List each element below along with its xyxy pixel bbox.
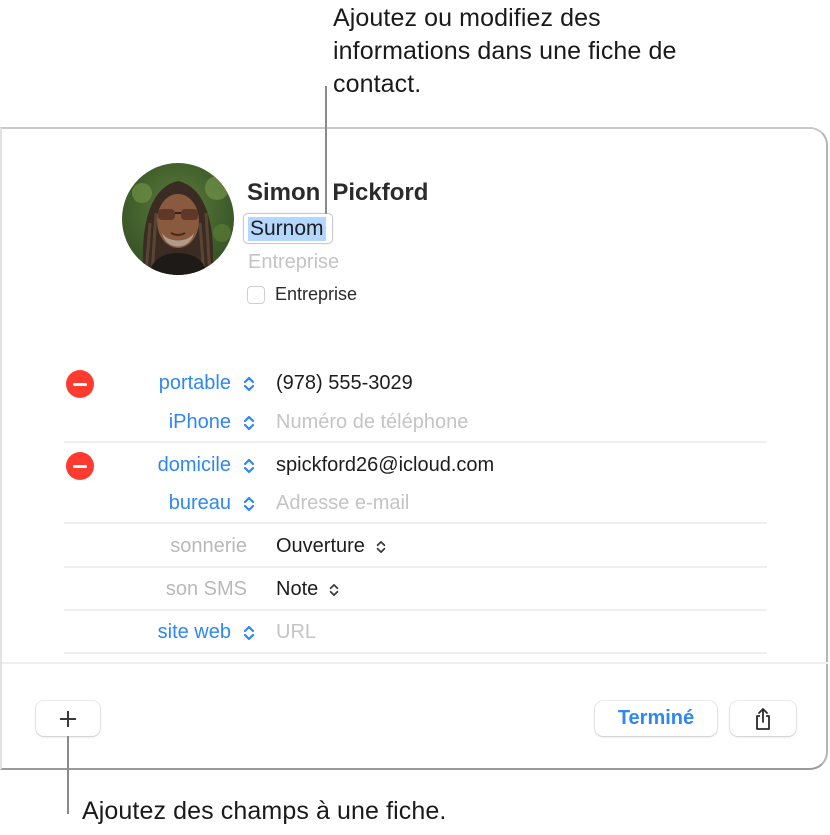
- company-checkbox[interactable]: [247, 285, 265, 304]
- add-field-button[interactable]: [36, 701, 100, 736]
- field-row-ringtone: sonnerie Ouverture: [0, 527, 830, 567]
- callout-line-top: [325, 86, 327, 214]
- phone-input[interactable]: Numéro de téléphone: [276, 411, 468, 434]
- field-label-selector[interactable]: bureau: [169, 492, 231, 515]
- field-label-selector[interactable]: site web: [158, 621, 231, 644]
- nickname-placeholder-selected: Surnom: [248, 217, 326, 241]
- field-row-email-home: domicile spickford26@icloud.com: [0, 446, 830, 486]
- callout-line-bottom: [67, 736, 69, 814]
- separator: [64, 652, 767, 654]
- field-label-selector[interactable]: iPhone: [169, 411, 231, 434]
- nickname-field[interactable]: Surnom: [243, 213, 333, 244]
- contact-avatar[interactable]: [122, 163, 234, 275]
- remove-field-button[interactable]: [66, 370, 94, 398]
- field-row-phone-mobile: portable (978) 555-3029: [0, 364, 830, 404]
- share-button[interactable]: [730, 701, 796, 736]
- field-row-email-work: bureau Adresse e-mail: [0, 484, 830, 524]
- chevron-updown-icon[interactable]: [242, 373, 256, 395]
- field-label-selector[interactable]: portable: [159, 372, 231, 395]
- company-checkbox-row[interactable]: Entreprise: [247, 284, 357, 305]
- ringtone-label: sonnerie: [170, 535, 247, 557]
- url-input[interactable]: URL: [276, 621, 316, 644]
- callout-add-fields: Ajoutez des champs à une fiche.: [82, 797, 447, 825]
- chevron-updown-icon: [329, 583, 339, 596]
- contact-photo-icon: [122, 163, 234, 275]
- contact-name[interactable]: Simon Pickford: [247, 179, 428, 207]
- ringtone-value: Ouverture: [276, 535, 365, 557]
- separator: [64, 441, 767, 443]
- field-row-phone-iphone: iPhone Numéro de téléphone: [0, 403, 830, 443]
- done-button[interactable]: Terminé: [595, 701, 717, 736]
- separator: [64, 522, 767, 524]
- field-row-url: site web URL: [0, 613, 830, 653]
- share-icon: [756, 707, 770, 730]
- chevron-updown-icon[interactable]: [242, 493, 256, 515]
- plus-icon: [60, 710, 76, 727]
- chevron-updown-icon[interactable]: [242, 622, 256, 644]
- text-tone-value: Note: [276, 578, 319, 600]
- chevron-updown-icon[interactable]: [242, 455, 256, 477]
- footer-separator: [2, 662, 828, 664]
- last-name-field[interactable]: Pickford: [332, 179, 428, 206]
- first-name-field[interactable]: Simon: [247, 179, 320, 206]
- text-tone-popup[interactable]: Note: [276, 578, 340, 601]
- field-label-selector[interactable]: domicile: [158, 454, 231, 477]
- remove-field-button[interactable]: [66, 452, 94, 480]
- company-field[interactable]: Entreprise: [248, 251, 339, 274]
- phone-value[interactable]: (978) 555-3029: [276, 372, 413, 395]
- email-value[interactable]: spickford26@icloud.com: [276, 454, 494, 477]
- email-input[interactable]: Adresse e-mail: [276, 492, 409, 515]
- company-checkbox-label: Entreprise: [275, 284, 358, 304]
- callout-edit-info: Ajoutez ou modifiez des informations dan…: [333, 4, 677, 98]
- separator: [64, 566, 767, 568]
- separator: [64, 609, 767, 611]
- field-row-text-tone: son SMS Note: [0, 570, 830, 610]
- chevron-updown-icon: [376, 540, 386, 553]
- chevron-updown-icon[interactable]: [242, 412, 256, 434]
- ringtone-popup[interactable]: Ouverture: [276, 535, 387, 558]
- text-tone-label: son SMS: [165, 578, 247, 600]
